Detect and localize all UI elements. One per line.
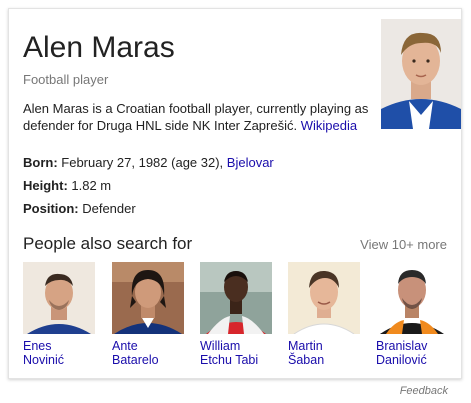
person-card-enes-novinic[interactable]: Enes Novinić <box>23 262 95 367</box>
knowledge-panel-card: Alen Maras Football player Alen Maras is… <box>8 8 462 379</box>
person-photo[interactable] <box>376 262 448 334</box>
person-first-name: Enes <box>23 339 52 353</box>
fact-height: Height: 1.82 m <box>23 178 111 194</box>
person-name[interactable]: William Etchu Tabi <box>200 339 276 367</box>
person-card-william-etchu-tabi[interactable]: William Etchu Tabi <box>200 262 272 367</box>
person-card-ante-batarelo[interactable]: Ante Batarelo <box>112 262 184 367</box>
entity-portrait-image[interactable] <box>381 19 461 129</box>
person-photo[interactable] <box>23 262 95 334</box>
person-last-name: Danilović <box>376 353 427 367</box>
person-last-name: Etchu Tabi <box>200 353 259 367</box>
person-name[interactable]: Enes Novinić <box>23 339 99 367</box>
entity-type: Football player <box>23 72 109 87</box>
entity-title: Alen Maras <box>23 31 175 64</box>
fact-position: Position: Defender <box>23 201 136 217</box>
fact-value: 1.82 m <box>67 178 112 193</box>
people-also-search-heading: People also search for <box>23 234 193 253</box>
person-first-name: Martin <box>288 339 323 353</box>
fact-label: Position: <box>23 201 79 216</box>
wikipedia-link[interactable]: Wikipedia <box>301 118 357 133</box>
person-last-name: Novinić <box>23 353 64 367</box>
person-card-martin-saban[interactable]: Martin Šaban <box>288 262 360 367</box>
fact-label: Born: <box>23 155 58 170</box>
person-first-name: William <box>200 339 241 353</box>
fact-label: Height: <box>23 178 68 193</box>
feedback-link[interactable]: Feedback <box>400 384 448 398</box>
fact-born: Born: February 27, 1982 (age 32), Bjelov… <box>23 155 274 171</box>
person-photo[interactable] <box>200 262 272 334</box>
person-name[interactable]: Martin Šaban <box>288 339 364 367</box>
person-photo[interactable] <box>288 262 360 334</box>
person-photo[interactable] <box>112 262 184 334</box>
person-name[interactable]: Ante Batarelo <box>112 339 188 367</box>
entity-description: Alen Maras is a Croatian football player… <box>23 100 373 134</box>
person-last-name: Batarelo <box>112 353 159 367</box>
person-first-name: Ante <box>112 339 138 353</box>
person-name[interactable]: Branislav Danilović <box>376 339 452 367</box>
person-card-branislav-danilovic[interactable]: Branislav Danilović <box>376 262 448 367</box>
fact-value: February 27, 1982 (age 32), <box>57 155 227 170</box>
person-last-name: Šaban <box>288 353 325 367</box>
person-first-name: Branislav <box>376 339 428 353</box>
fact-value: Defender <box>78 201 136 216</box>
birthplace-link[interactable]: Bjelovar <box>227 155 274 170</box>
view-more-link[interactable]: View 10+ more <box>360 237 447 253</box>
